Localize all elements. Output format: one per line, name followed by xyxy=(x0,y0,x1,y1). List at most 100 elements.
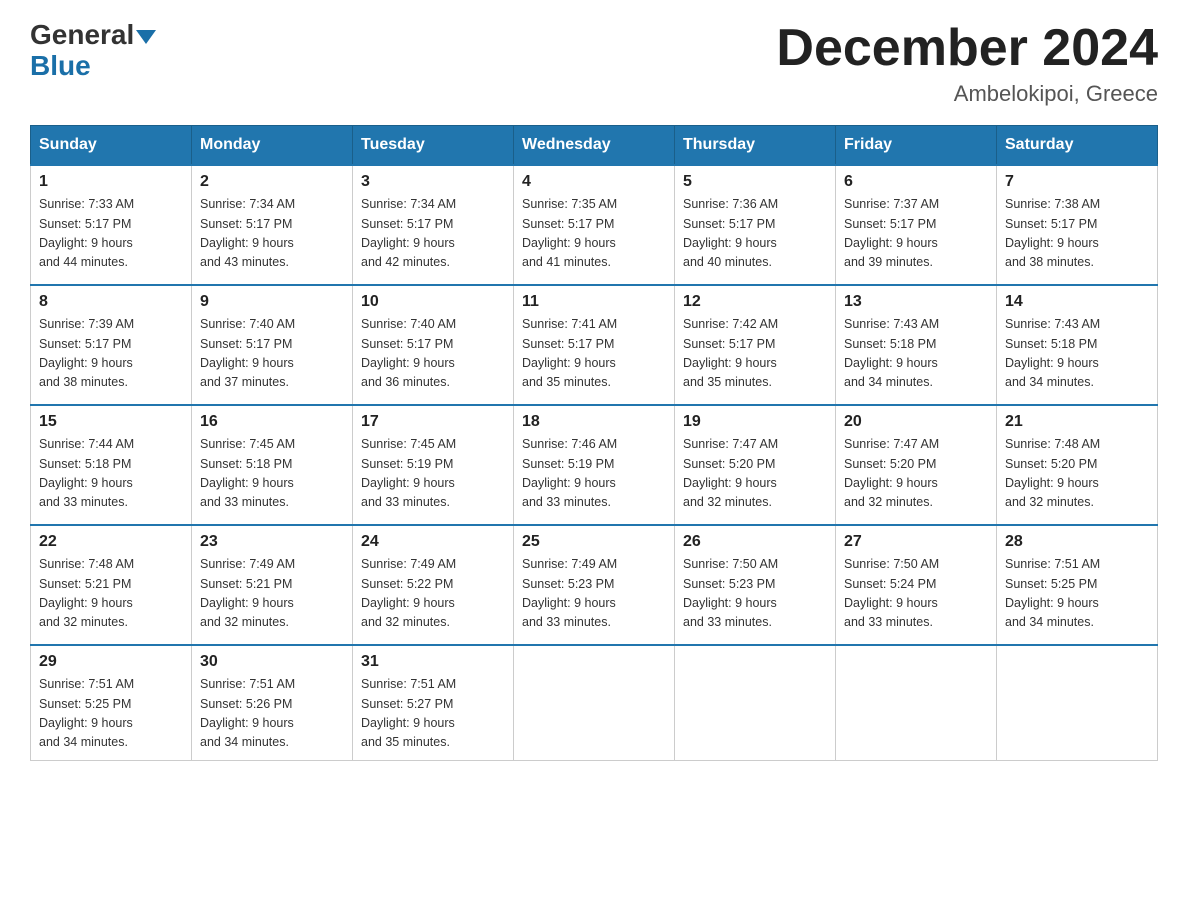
calendar-cell: 18 Sunrise: 7:46 AMSunset: 5:19 PMDaylig… xyxy=(514,405,675,525)
calendar-cell xyxy=(836,645,997,760)
day-info: Sunrise: 7:47 AMSunset: 5:20 PMDaylight:… xyxy=(683,437,778,509)
day-number: 21 xyxy=(1005,413,1149,431)
day-number: 30 xyxy=(200,653,344,671)
calendar-cell: 25 Sunrise: 7:49 AMSunset: 5:23 PMDaylig… xyxy=(514,525,675,645)
logo-general: General xyxy=(30,19,134,50)
day-number: 24 xyxy=(361,533,505,551)
calendar-week-row: 29 Sunrise: 7:51 AMSunset: 5:25 PMDaylig… xyxy=(31,645,1158,760)
day-info: Sunrise: 7:40 AMSunset: 5:17 PMDaylight:… xyxy=(200,317,295,389)
calendar-cell: 22 Sunrise: 7:48 AMSunset: 5:21 PMDaylig… xyxy=(31,525,192,645)
day-number: 18 xyxy=(522,413,666,431)
calendar-cell: 16 Sunrise: 7:45 AMSunset: 5:18 PMDaylig… xyxy=(192,405,353,525)
calendar-cell: 23 Sunrise: 7:49 AMSunset: 5:21 PMDaylig… xyxy=(192,525,353,645)
day-number: 28 xyxy=(1005,533,1149,551)
day-number: 26 xyxy=(683,533,827,551)
header-monday: Monday xyxy=(192,126,353,166)
day-number: 25 xyxy=(522,533,666,551)
calendar-header-row: SundayMondayTuesdayWednesdayThursdayFrid… xyxy=(31,126,1158,166)
day-number: 23 xyxy=(200,533,344,551)
day-info: Sunrise: 7:33 AMSunset: 5:17 PMDaylight:… xyxy=(39,197,134,269)
calendar-cell: 17 Sunrise: 7:45 AMSunset: 5:19 PMDaylig… xyxy=(353,405,514,525)
day-number: 8 xyxy=(39,293,183,311)
day-number: 4 xyxy=(522,173,666,191)
header-friday: Friday xyxy=(836,126,997,166)
day-info: Sunrise: 7:50 AMSunset: 5:24 PMDaylight:… xyxy=(844,557,939,629)
day-info: Sunrise: 7:34 AMSunset: 5:17 PMDaylight:… xyxy=(200,197,295,269)
calendar-cell: 3 Sunrise: 7:34 AMSunset: 5:17 PMDayligh… xyxy=(353,165,514,285)
day-number: 14 xyxy=(1005,293,1149,311)
day-info: Sunrise: 7:34 AMSunset: 5:17 PMDaylight:… xyxy=(361,197,456,269)
calendar-cell: 30 Sunrise: 7:51 AMSunset: 5:26 PMDaylig… xyxy=(192,645,353,760)
calendar-cell xyxy=(675,645,836,760)
day-info: Sunrise: 7:48 AMSunset: 5:20 PMDaylight:… xyxy=(1005,437,1100,509)
day-info: Sunrise: 7:38 AMSunset: 5:17 PMDaylight:… xyxy=(1005,197,1100,269)
calendar-cell: 10 Sunrise: 7:40 AMSunset: 5:17 PMDaylig… xyxy=(353,285,514,405)
calendar-cell: 20 Sunrise: 7:47 AMSunset: 5:20 PMDaylig… xyxy=(836,405,997,525)
calendar-cell: 5 Sunrise: 7:36 AMSunset: 5:17 PMDayligh… xyxy=(675,165,836,285)
header-right: December 2024 Ambelokipoi, Greece xyxy=(776,20,1158,107)
day-info: Sunrise: 7:49 AMSunset: 5:21 PMDaylight:… xyxy=(200,557,295,629)
day-info: Sunrise: 7:43 AMSunset: 5:18 PMDaylight:… xyxy=(1005,317,1100,389)
day-number: 31 xyxy=(361,653,505,671)
calendar-cell: 2 Sunrise: 7:34 AMSunset: 5:17 PMDayligh… xyxy=(192,165,353,285)
month-title: December 2024 xyxy=(776,20,1158,77)
day-number: 6 xyxy=(844,173,988,191)
calendar-cell: 29 Sunrise: 7:51 AMSunset: 5:25 PMDaylig… xyxy=(31,645,192,760)
page-header: General Blue December 2024 Ambelokipoi, … xyxy=(30,20,1158,107)
header-sunday: Sunday xyxy=(31,126,192,166)
calendar-cell: 27 Sunrise: 7:50 AMSunset: 5:24 PMDaylig… xyxy=(836,525,997,645)
day-number: 11 xyxy=(522,293,666,311)
calendar-cell: 7 Sunrise: 7:38 AMSunset: 5:17 PMDayligh… xyxy=(997,165,1158,285)
calendar-table: SundayMondayTuesdayWednesdayThursdayFrid… xyxy=(30,125,1158,761)
header-wednesday: Wednesday xyxy=(514,126,675,166)
calendar-cell: 14 Sunrise: 7:43 AMSunset: 5:18 PMDaylig… xyxy=(997,285,1158,405)
day-info: Sunrise: 7:39 AMSunset: 5:17 PMDaylight:… xyxy=(39,317,134,389)
calendar-cell xyxy=(514,645,675,760)
logo-triangle-icon xyxy=(136,30,156,44)
day-info: Sunrise: 7:50 AMSunset: 5:23 PMDaylight:… xyxy=(683,557,778,629)
day-number: 22 xyxy=(39,533,183,551)
day-number: 19 xyxy=(683,413,827,431)
day-number: 5 xyxy=(683,173,827,191)
day-number: 1 xyxy=(39,173,183,191)
day-number: 7 xyxy=(1005,173,1149,191)
day-info: Sunrise: 7:51 AMSunset: 5:25 PMDaylight:… xyxy=(1005,557,1100,629)
header-tuesday: Tuesday xyxy=(353,126,514,166)
day-info: Sunrise: 7:47 AMSunset: 5:20 PMDaylight:… xyxy=(844,437,939,509)
calendar-cell: 28 Sunrise: 7:51 AMSunset: 5:25 PMDaylig… xyxy=(997,525,1158,645)
calendar-cell: 11 Sunrise: 7:41 AMSunset: 5:17 PMDaylig… xyxy=(514,285,675,405)
calendar-cell: 12 Sunrise: 7:42 AMSunset: 5:17 PMDaylig… xyxy=(675,285,836,405)
day-info: Sunrise: 7:37 AMSunset: 5:17 PMDaylight:… xyxy=(844,197,939,269)
day-info: Sunrise: 7:45 AMSunset: 5:19 PMDaylight:… xyxy=(361,437,456,509)
day-number: 10 xyxy=(361,293,505,311)
calendar-cell xyxy=(997,645,1158,760)
calendar-cell: 9 Sunrise: 7:40 AMSunset: 5:17 PMDayligh… xyxy=(192,285,353,405)
calendar-cell: 6 Sunrise: 7:37 AMSunset: 5:17 PMDayligh… xyxy=(836,165,997,285)
calendar-cell: 1 Sunrise: 7:33 AMSunset: 5:17 PMDayligh… xyxy=(31,165,192,285)
calendar-cell: 26 Sunrise: 7:50 AMSunset: 5:23 PMDaylig… xyxy=(675,525,836,645)
day-number: 9 xyxy=(200,293,344,311)
day-number: 20 xyxy=(844,413,988,431)
day-number: 13 xyxy=(844,293,988,311)
logo: General Blue xyxy=(30,20,156,82)
day-number: 12 xyxy=(683,293,827,311)
calendar-week-row: 8 Sunrise: 7:39 AMSunset: 5:17 PMDayligh… xyxy=(31,285,1158,405)
day-info: Sunrise: 7:41 AMSunset: 5:17 PMDaylight:… xyxy=(522,317,617,389)
calendar-cell: 21 Sunrise: 7:48 AMSunset: 5:20 PMDaylig… xyxy=(997,405,1158,525)
day-number: 3 xyxy=(361,173,505,191)
day-info: Sunrise: 7:48 AMSunset: 5:21 PMDaylight:… xyxy=(39,557,134,629)
calendar-cell: 19 Sunrise: 7:47 AMSunset: 5:20 PMDaylig… xyxy=(675,405,836,525)
location: Ambelokipoi, Greece xyxy=(776,81,1158,107)
logo-text: General Blue xyxy=(30,20,156,82)
day-number: 27 xyxy=(844,533,988,551)
day-info: Sunrise: 7:51 AMSunset: 5:26 PMDaylight:… xyxy=(200,677,295,749)
header-thursday: Thursday xyxy=(675,126,836,166)
day-info: Sunrise: 7:44 AMSunset: 5:18 PMDaylight:… xyxy=(39,437,134,509)
day-info: Sunrise: 7:40 AMSunset: 5:17 PMDaylight:… xyxy=(361,317,456,389)
calendar-cell: 4 Sunrise: 7:35 AMSunset: 5:17 PMDayligh… xyxy=(514,165,675,285)
calendar-week-row: 15 Sunrise: 7:44 AMSunset: 5:18 PMDaylig… xyxy=(31,405,1158,525)
day-info: Sunrise: 7:51 AMSunset: 5:25 PMDaylight:… xyxy=(39,677,134,749)
logo-blue: Blue xyxy=(30,50,91,81)
day-info: Sunrise: 7:49 AMSunset: 5:22 PMDaylight:… xyxy=(361,557,456,629)
calendar-cell: 31 Sunrise: 7:51 AMSunset: 5:27 PMDaylig… xyxy=(353,645,514,760)
